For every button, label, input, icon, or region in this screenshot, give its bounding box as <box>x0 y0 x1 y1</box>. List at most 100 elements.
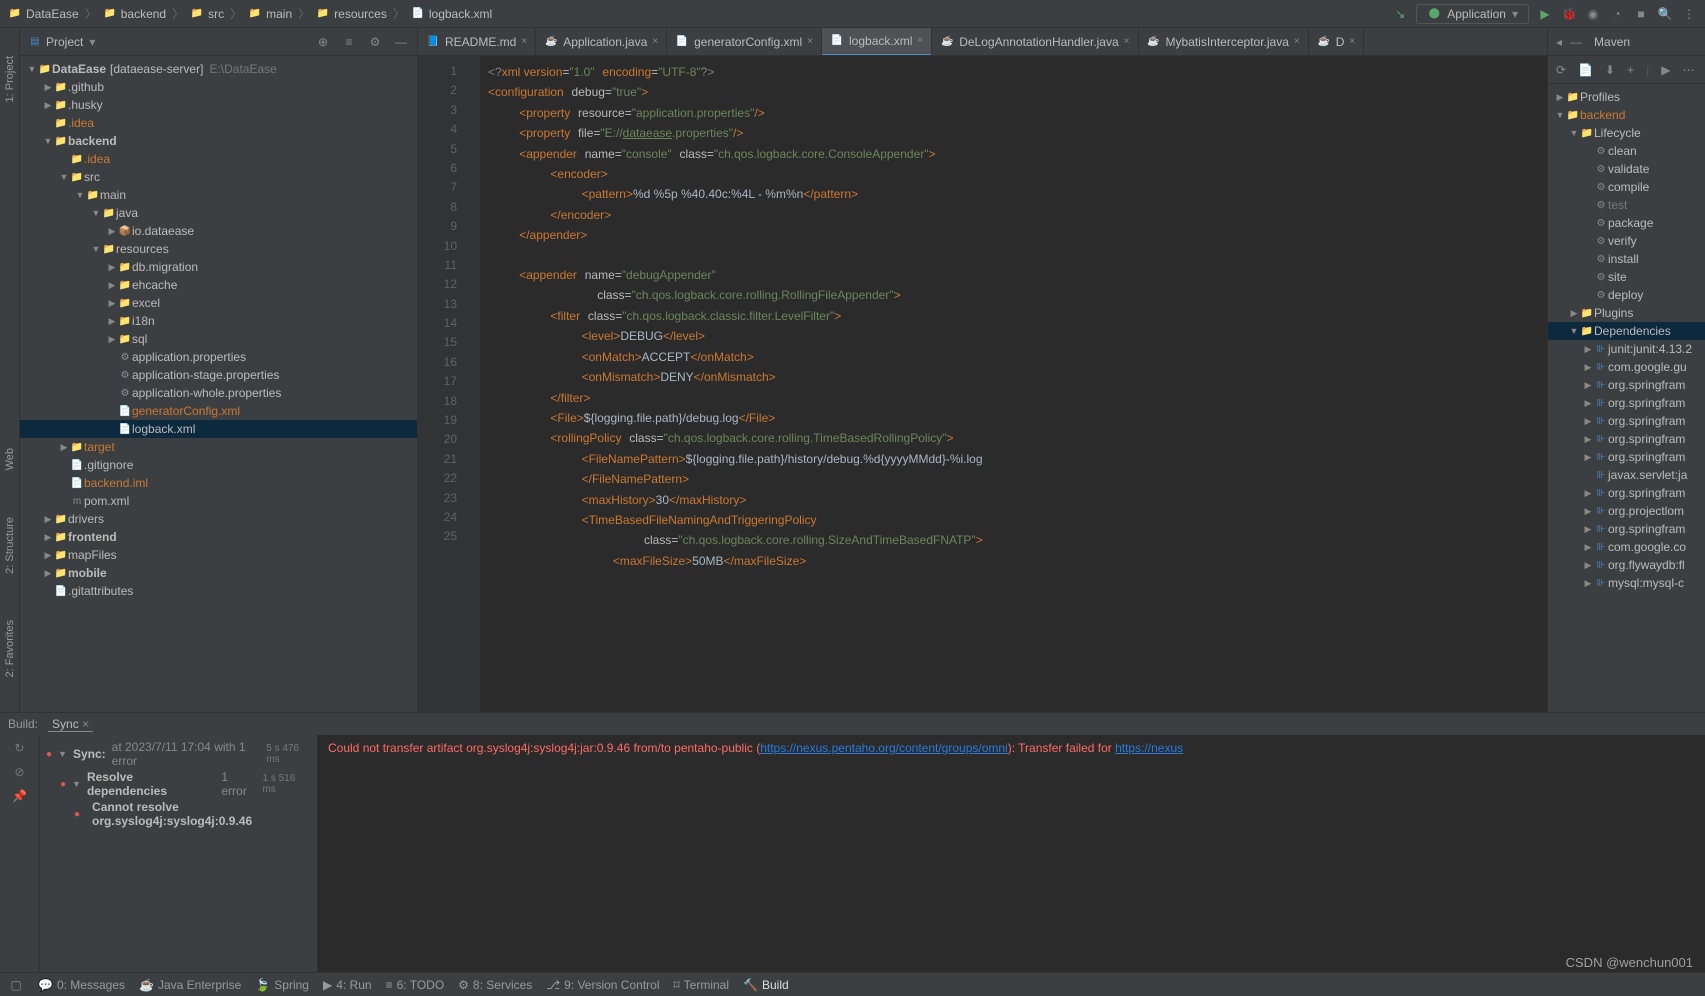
gear-icon[interactable]: ⚙ <box>367 34 383 50</box>
maven-tree-row[interactable]: ▶⊪org.springfram <box>1548 448 1705 466</box>
status-item[interactable]: ☕Java Enterprise <box>139 978 241 992</box>
maven-tree-row[interactable]: ▶⊪junit:junit:4.13.2 <box>1548 340 1705 358</box>
tree-root[interactable]: ▼📁 DataEase [dataease-server] E:\DataEas… <box>20 60 417 78</box>
tree-row[interactable]: mpom.xml <box>20 492 417 510</box>
editor-tab[interactable]: ☕Application.java× <box>536 28 667 56</box>
tree-row[interactable]: ▶📁frontend <box>20 528 417 546</box>
tree-row[interactable]: 📁.idea <box>20 114 417 132</box>
tree-row[interactable]: ⚙application.properties <box>20 348 417 366</box>
build-message[interactable]: Could not transfer artifact org.syslog4j… <box>318 735 1705 972</box>
stop-icon[interactable]: ■ <box>1633 6 1649 22</box>
tree-row[interactable]: ▶📁drivers <box>20 510 417 528</box>
tree-row[interactable]: ▼📁src <box>20 168 417 186</box>
close-tab-icon[interactable]: × <box>917 35 923 46</box>
build-tree-row[interactable]: ●Cannot resolve org.syslog4j:syslog4j:0.… <box>40 799 317 829</box>
vtab-web[interactable]: Web <box>2 440 18 478</box>
status-item[interactable]: ⚙8: Services <box>458 978 532 992</box>
status-toggle-icon[interactable]: ▢ <box>8 977 24 993</box>
maven-tree-row[interactable]: ▶⊪org.flywaydb:fl <box>1548 556 1705 574</box>
bc-root[interactable]: 📁DataEase <box>8 7 79 21</box>
tree-row[interactable]: 📄logback.xml <box>20 420 417 438</box>
pin-icon[interactable]: 📌 <box>12 789 27 803</box>
tree-row[interactable]: ▶📁excel <box>20 294 417 312</box>
download-icon[interactable]: ⬇ <box>1605 63 1615 77</box>
status-item[interactable]: 💬0: Messages <box>38 978 125 992</box>
maven-tree-row[interactable]: ▶⊪org.springfram <box>1548 412 1705 430</box>
maven-tree-row[interactable]: ⚙site <box>1548 268 1705 286</box>
tree-row[interactable]: 📄backend.iml <box>20 474 417 492</box>
collapse-icon[interactable]: ≡ <box>341 34 357 50</box>
vtab-structure[interactable]: 2: Structure <box>2 509 18 582</box>
add-icon[interactable]: + <box>1627 63 1634 77</box>
close-tab-icon[interactable]: × <box>521 36 527 47</box>
maven-tree[interactable]: ▶📁Profiles▼📁backend▼📁Lifecycle⚙clean⚙val… <box>1548 84 1705 712</box>
code-editor[interactable]: <?xml version="1.0" encoding="UTF-8"?> <… <box>480 56 1547 712</box>
fold-column[interactable] <box>468 56 480 712</box>
maven-more-icon[interactable]: ⋯ <box>1682 63 1694 77</box>
maven-tree-row[interactable]: ⚙validate <box>1548 160 1705 178</box>
close-tab-icon[interactable]: × <box>652 36 658 47</box>
tree-row[interactable]: ▼📁main <box>20 186 417 204</box>
status-item[interactable]: ≡6: TODO <box>386 978 445 992</box>
hide-panel-icon[interactable]: — <box>393 34 409 50</box>
vtab-project[interactable]: 1: Project <box>2 48 18 110</box>
tree-row[interactable]: ⚙application-stage.properties <box>20 366 417 384</box>
status-item[interactable]: 🍃Spring <box>255 978 309 992</box>
tree-row[interactable]: 📁.idea <box>20 150 417 168</box>
maven-tree-row[interactable]: ▶⊪org.springfram <box>1548 394 1705 412</box>
profiler-icon[interactable]: ◔ <box>1609 6 1625 22</box>
maven-tree-row[interactable]: ⚙install <box>1548 250 1705 268</box>
maven-tree-row[interactable]: ▶📁Profiles <box>1548 88 1705 106</box>
debug-icon[interactable]: 🐞 <box>1561 6 1577 22</box>
maven-tree-row[interactable]: ▶⊪org.springfram <box>1548 376 1705 394</box>
editor-tab[interactable]: 📘README.md× <box>418 28 536 56</box>
tree-row[interactable]: ▼📁java <box>20 204 417 222</box>
maven-tree-row[interactable]: ⚙deploy <box>1548 286 1705 304</box>
editor-tab[interactable]: ☕D× <box>1309 28 1365 56</box>
coverage-icon[interactable]: ◉ <box>1585 6 1601 22</box>
tree-row[interactable]: 📄generatorConfig.xml <box>20 402 417 420</box>
maven-tree-row[interactable]: ⚙verify <box>1548 232 1705 250</box>
maven-tree-row[interactable]: ▶⊪org.springfram <box>1548 520 1705 538</box>
tree-row[interactable]: ▶📁sql <box>20 330 417 348</box>
tree-row[interactable]: ▼📁backend <box>20 132 417 150</box>
more-icon[interactable]: ⋮ <box>1681 6 1697 22</box>
bc-file[interactable]: 📄logback.xml <box>411 7 492 21</box>
run-maven-icon[interactable]: ▶ <box>1661 63 1670 77</box>
close-tab-icon[interactable]: × <box>807 36 813 47</box>
tree-row[interactable]: ▶📦io.dataease <box>20 222 417 240</box>
maven-tree-row[interactable]: ▶⊪org.springfram <box>1548 484 1705 502</box>
status-item[interactable]: ▶4: Run <box>323 978 372 992</box>
build-tree-row[interactable]: ●▼Resolve dependencies1 error1 s 516 ms <box>40 769 317 799</box>
tree-row[interactable]: ▶📁.github <box>20 78 417 96</box>
run-configuration-select[interactable]: ⬤ Application ▾ <box>1416 4 1529 24</box>
refresh-icon[interactable]: ⟳ <box>1556 63 1566 77</box>
close-tab-icon[interactable]: × <box>1124 36 1130 47</box>
build-hammer-icon[interactable]: ↘ <box>1392 6 1408 22</box>
vtab-favorites[interactable]: 2: Favorites <box>2 612 18 685</box>
editor-tab[interactable]: ☕DeLogAnnotationHandler.java× <box>932 28 1138 56</box>
rerun-icon[interactable]: ↻ <box>14 741 24 755</box>
close-tab-icon[interactable]: × <box>1294 36 1300 47</box>
maven-tree-row[interactable]: ▶⊪org.projectlom <box>1548 502 1705 520</box>
tree-row[interactable]: ▶📁mapFiles <box>20 546 417 564</box>
bc-4[interactable]: 📁resources <box>316 7 387 21</box>
maven-tree-row[interactable]: ⚙clean <box>1548 142 1705 160</box>
tree-row[interactable]: ▶📁target <box>20 438 417 456</box>
link-nexus-2[interactable]: https://nexus <box>1115 741 1183 755</box>
tree-row[interactable]: ▶📁.husky <box>20 96 417 114</box>
maven-tree-row[interactable]: ⚙test <box>1548 196 1705 214</box>
tree-row[interactable]: ⚙application-whole.properties <box>20 384 417 402</box>
generate-icon[interactable]: 📄 <box>1578 63 1593 77</box>
tree-row[interactable]: ▶📁i18n <box>20 312 417 330</box>
search-icon[interactable]: 🔍 <box>1657 6 1673 22</box>
locate-icon[interactable]: ⊕ <box>315 34 331 50</box>
maven-tree-row[interactable]: ▶⊪com.google.co <box>1548 538 1705 556</box>
maven-tree-row[interactable]: ▶⊪com.google.gu <box>1548 358 1705 376</box>
maven-tree-row[interactable]: ▼📁Lifecycle <box>1548 124 1705 142</box>
bc-2[interactable]: 📁src <box>190 7 224 21</box>
bc-1[interactable]: 📁backend <box>103 7 166 21</box>
editor-tab[interactable]: 📄logback.xml× <box>822 28 932 56</box>
tree-row[interactable]: 📄.gitattributes <box>20 582 417 600</box>
status-item[interactable]: ⎇9: Version Control <box>546 978 659 992</box>
